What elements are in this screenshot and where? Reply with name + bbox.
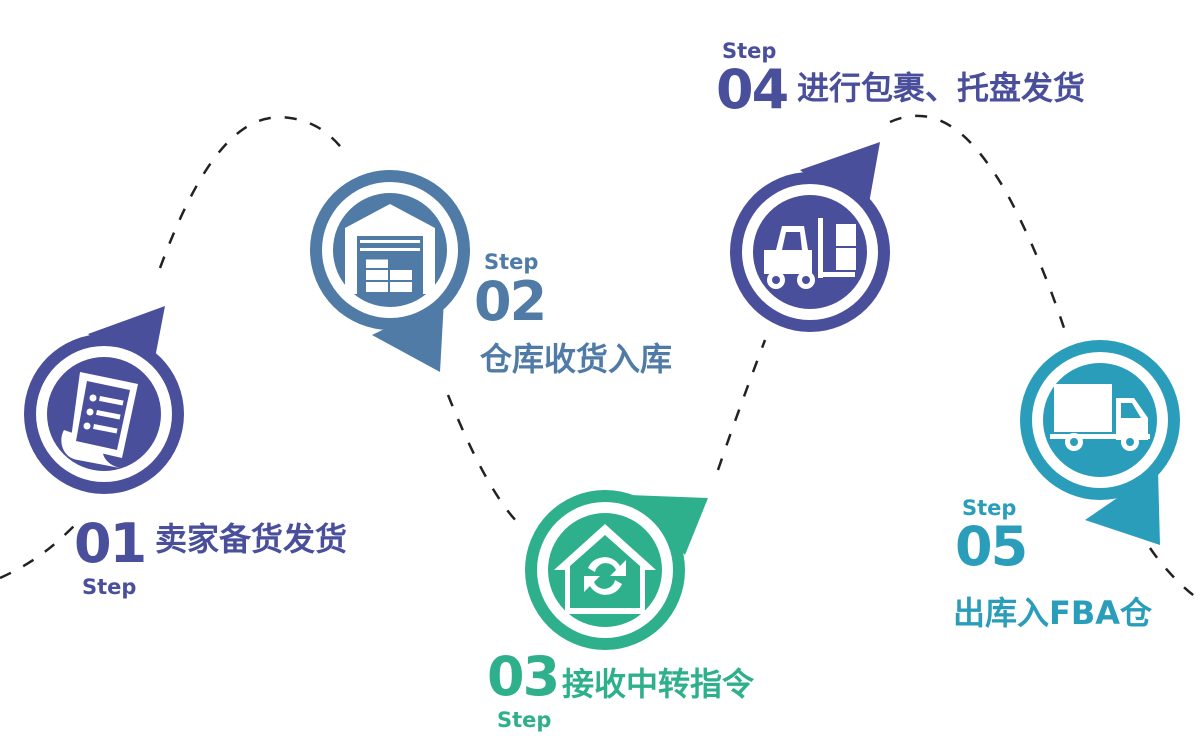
step-02-label: 仓库收货入库 (480, 340, 673, 378)
step-01-step-word: Step (82, 575, 137, 599)
step-03-label: 接收中转指令 (562, 665, 755, 703)
step-05-number: 05 (955, 515, 1028, 578)
step-05-marker (1020, 340, 1180, 545)
step-01-marker (24, 306, 184, 494)
step-03-number: 03 (487, 645, 560, 708)
step-03-marker (525, 490, 708, 650)
step-04-label: 进行包裹、托盘发货 (797, 69, 1086, 107)
step-04-number: 04 (716, 58, 789, 121)
step-04-marker (730, 142, 890, 332)
step-02-marker (310, 170, 470, 372)
step-02-number: 02 (474, 270, 547, 333)
step-01-label: 卖家备货发货 (155, 520, 348, 558)
step-01-number: 01 (74, 512, 147, 575)
step-05-label: 出库入FBA仓 (953, 594, 1153, 632)
step-03-step-word: Step (497, 708, 552, 732)
